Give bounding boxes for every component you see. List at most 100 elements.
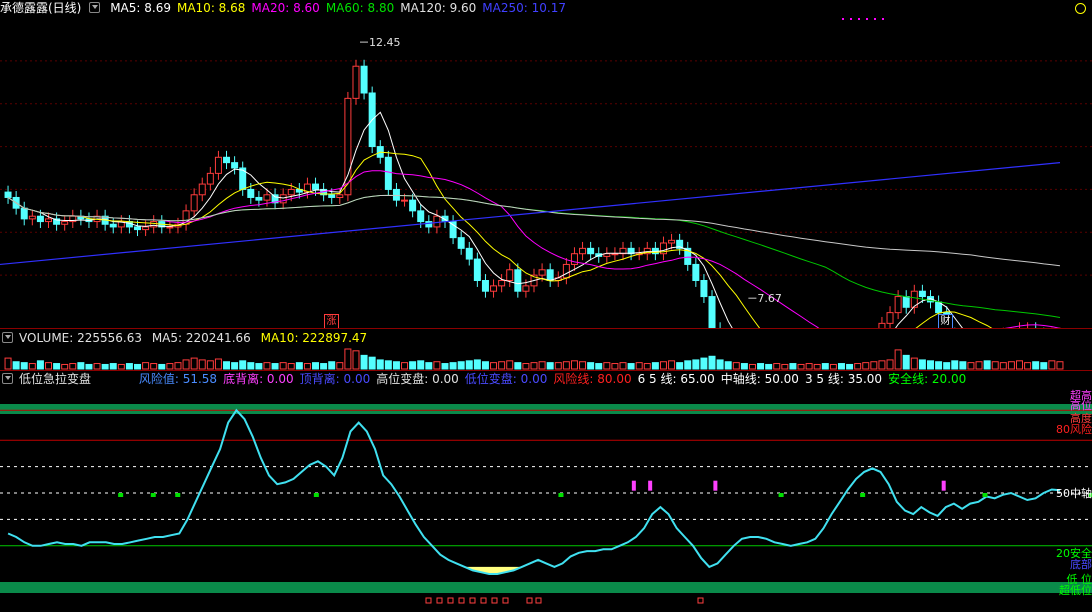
candle-body: [255, 196, 263, 201]
signal-square: [447, 597, 454, 604]
candle-body: [894, 296, 902, 314]
volume-bar: [36, 360, 44, 370]
midline-marker: [778, 493, 784, 497]
volume-bar: [765, 363, 773, 370]
volume-bar: [61, 363, 69, 370]
ma250-line: [0, 162, 1061, 266]
volume-bar: [231, 362, 239, 370]
volume-bar: [530, 362, 538, 370]
volume-bar: [619, 362, 627, 370]
volume-bar: [401, 362, 409, 370]
volume-panel: VOLUME: 225556.63 MA5: 220241.66 MA10: 2…: [0, 330, 1092, 370]
candle-body: [425, 221, 433, 228]
volume-bar: [368, 356, 376, 370]
volume-bar: [862, 362, 870, 370]
candle-body: [279, 194, 287, 204]
signal-dot: [842, 18, 844, 20]
volume-bar: [595, 363, 603, 370]
volume-bar: [360, 354, 368, 370]
volume-bar: [117, 363, 125, 370]
badge-zhang[interactable]: 涨: [324, 314, 339, 329]
volume-bar: [554, 362, 562, 370]
volume-bar: [894, 349, 902, 370]
candle-body: [231, 162, 239, 169]
candle-body: [546, 269, 554, 281]
volume-bar: [918, 359, 926, 370]
volume-bar: [708, 355, 716, 370]
volume-bar: [643, 363, 651, 370]
volume-bar: [757, 363, 765, 370]
candle-body: [611, 253, 619, 256]
volume-bar: [263, 362, 271, 370]
volume-bar: [174, 362, 182, 370]
annotation-label: 7.67: [757, 292, 782, 305]
volume-bar: [1040, 362, 1048, 370]
volume-bar: [991, 361, 999, 370]
candle-body: [417, 210, 425, 223]
volume-bar: [12, 361, 20, 370]
volume-bar: [829, 363, 837, 370]
volume-bar: [28, 363, 36, 370]
candle-body: [384, 156, 392, 190]
volume-bar: [320, 363, 328, 370]
candle-body: [392, 188, 400, 201]
candle-body: [708, 296, 716, 328]
signal-square: [425, 597, 432, 604]
volume-bar: [158, 363, 166, 370]
candle-body: [28, 215, 36, 220]
volume-bar: [1015, 360, 1023, 370]
price-chart[interactable]: 12.45 7.67: [0, 0, 1092, 328]
ma-scroll-icon[interactable]: [1075, 3, 1086, 14]
candle-body: [328, 194, 336, 198]
price-divider: [0, 328, 1092, 329]
volume-bar: [214, 358, 222, 370]
candle-body: [473, 258, 481, 282]
candle-body: [918, 290, 926, 298]
candle-body: [902, 296, 910, 308]
badge-cai[interactable]: 财: [938, 314, 953, 329]
candle-body: [490, 285, 498, 292]
volume-bar: [659, 361, 667, 370]
volume-bar: [20, 362, 28, 370]
candle-body: [506, 269, 514, 281]
volume-bar: [886, 359, 894, 370]
volume-bar: [409, 361, 417, 370]
indicator-level-label: 50中轴: [1056, 487, 1092, 500]
volume-chart[interactable]: [0, 330, 1092, 370]
ma-line: [7, 151, 993, 328]
divergence-marker: [941, 480, 946, 491]
indicator-chart[interactable]: [0, 371, 1092, 612]
volume-bar: [255, 363, 263, 370]
candle-body: [36, 215, 44, 223]
volume-bar: [748, 363, 756, 370]
candle-body: [142, 226, 150, 231]
volume-bar: [433, 361, 441, 370]
volume-bar: [668, 360, 676, 370]
midline-marker: [175, 493, 181, 497]
indicator-level-label: 80风险: [1056, 423, 1092, 436]
volume-bar: [789, 363, 797, 370]
volume-bar: [93, 363, 101, 370]
volume-bar: [724, 361, 732, 370]
volume-bar: [45, 362, 53, 370]
volume-bar: [846, 363, 854, 370]
volume-bar: [773, 363, 781, 370]
candle-body: [312, 183, 320, 190]
signal-square: [458, 597, 465, 604]
candle-body: [166, 226, 174, 229]
candle-body: [514, 269, 522, 292]
indicator-level-label: 底部: [1070, 558, 1092, 571]
signal-dot: [850, 18, 852, 20]
signal-square: [425, 597, 432, 604]
volume-bar: [587, 362, 595, 370]
candle-body: [409, 199, 417, 212]
midline-marker: [150, 493, 156, 497]
volume-bar: [603, 362, 611, 370]
volume-bar: [1007, 361, 1015, 370]
candle-body: [45, 218, 53, 223]
volume-bar: [692, 359, 700, 370]
volume-bar: [295, 362, 303, 370]
signal-square: [491, 597, 498, 604]
candle-body: [198, 183, 206, 196]
candle-body: [562, 263, 570, 279]
